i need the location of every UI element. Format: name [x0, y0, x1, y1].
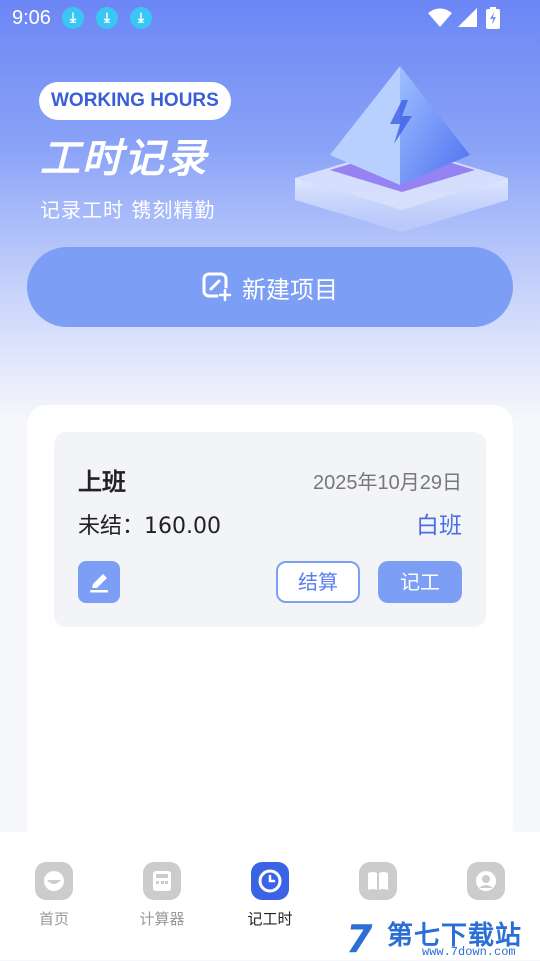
user-icon [467, 862, 505, 900]
project-name: 上班 [78, 468, 126, 496]
record-work-button[interactable]: 记工 [378, 561, 462, 603]
page-title: 工时记录 [40, 136, 208, 182]
pyramid-illustration [295, 66, 508, 232]
project-date: 2025年10月29日 [313, 472, 462, 494]
status-bar: 9:06 ⤓ ⤓ ⤓ [0, 0, 540, 36]
download-icon: ⤓ [62, 7, 84, 29]
working-hours-tag: WORKING HOURS [39, 82, 231, 120]
book-icon [359, 862, 397, 900]
battery-icon [486, 7, 500, 29]
wifi-icon [428, 8, 452, 27]
shift-type: 白班 [416, 513, 462, 539]
watermark-logo-icon: 7 [346, 917, 373, 961]
add-project-icon [202, 272, 232, 302]
page-subtitle: 记录工时 镌刻精勤 [40, 198, 216, 222]
project-card[interactable]: 上班 2025年10月29日 未结：160.00 白班 结算 记工 [54, 432, 486, 627]
pencil-icon [90, 574, 108, 593]
new-project-label: 新建项目 [242, 275, 338, 304]
tab-label: 记工时 [247, 910, 293, 928]
watermark: 7 第七下载站 www.7down.com [342, 915, 540, 961]
tab-profile[interactable] [432, 862, 540, 908]
download-icon: ⤓ [96, 7, 118, 29]
home-icon [35, 862, 73, 900]
edit-button[interactable] [78, 561, 120, 603]
signal-icon [458, 8, 477, 27]
tab-calculator[interactable]: 计算器 [108, 862, 216, 929]
clock-icon [251, 862, 289, 900]
tab-home[interactable]: 首页 [0, 862, 108, 929]
tab-label: 首页 [38, 910, 69, 928]
watermark-url: www.7down.com [422, 945, 516, 959]
status-time: 9:06 [12, 7, 51, 29]
unsettled-amount: 未结：160.00 [78, 514, 221, 539]
tab-record-hours[interactable]: 记工时 [216, 862, 324, 929]
download-icon: ⤓ [130, 7, 152, 29]
tab-book[interactable] [324, 862, 432, 908]
tab-label: 计算器 [139, 910, 185, 928]
new-project-button[interactable]: 新建项目 [27, 247, 513, 327]
calculator-icon [143, 862, 181, 900]
settle-button[interactable]: 结算 [276, 561, 360, 603]
